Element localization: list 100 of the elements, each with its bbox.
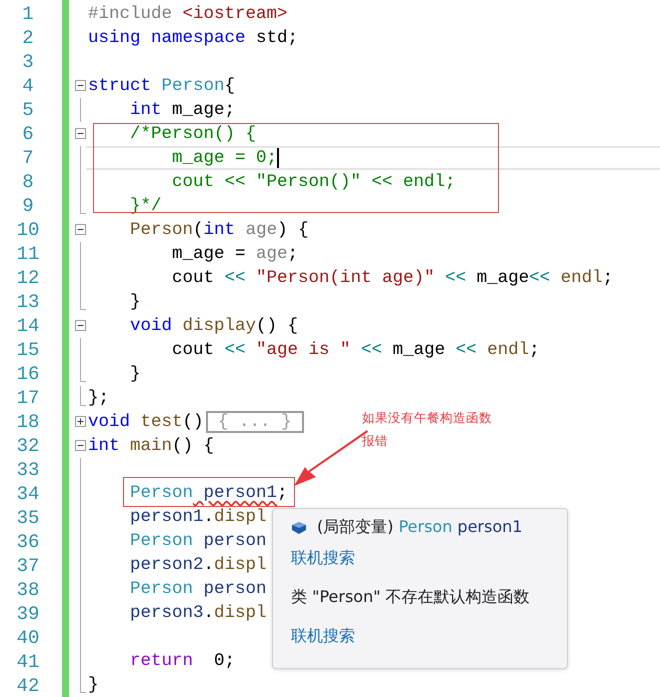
code-text: { bbox=[224, 76, 236, 96]
line-number: 2 bbox=[21, 26, 35, 50]
text-caret bbox=[277, 148, 280, 168]
code-type: Person bbox=[160, 76, 225, 96]
code-variable: person1 bbox=[129, 507, 204, 528]
line-number: 14 bbox=[16, 314, 40, 338]
code-text: ; bbox=[529, 340, 540, 360]
code-keyword: struct bbox=[88, 76, 152, 96]
line-number: 40 bbox=[16, 626, 40, 650]
code-function: endl bbox=[560, 268, 603, 288]
code-parameter: age bbox=[244, 220, 278, 240]
code-operator: << bbox=[529, 268, 550, 288]
line-number: 11 bbox=[16, 242, 40, 266]
code-text: } bbox=[129, 364, 141, 384]
code-text: m_age; bbox=[171, 100, 236, 120]
code-text: m_age = bbox=[171, 244, 246, 264]
code-type: Person bbox=[129, 531, 194, 552]
code-variable: person3 bbox=[129, 603, 204, 624]
line-number: 12 bbox=[16, 266, 40, 290]
code-variable: person bbox=[202, 531, 267, 552]
line-number: 13 bbox=[16, 290, 40, 314]
code-keyword: void bbox=[129, 316, 172, 336]
collapse-icon[interactable] bbox=[75, 128, 86, 139]
code-text: }; bbox=[88, 388, 110, 408]
expand-icon[interactable] bbox=[75, 416, 86, 427]
code-function: Person bbox=[129, 220, 194, 240]
code-function: displ bbox=[214, 603, 267, 624]
line-number: 42 bbox=[16, 674, 40, 697]
code-keyword: int bbox=[204, 220, 236, 240]
line-number: 6 bbox=[21, 122, 35, 146]
code-function: test bbox=[140, 412, 183, 432]
code-comment: cout << "Person()" << endl; bbox=[171, 172, 456, 192]
error-token: person1 bbox=[202, 483, 278, 504]
line-number: 39 bbox=[16, 602, 40, 626]
code-comment: }*/ bbox=[129, 196, 162, 216]
annotation-text: 如果没有午餐构造函数 bbox=[362, 410, 492, 427]
code-type: Person bbox=[129, 483, 194, 504]
code-text: cout bbox=[171, 340, 214, 360]
code-operator: << bbox=[454, 340, 477, 360]
line-number: 16 bbox=[16, 362, 40, 386]
code-text: cout bbox=[171, 268, 214, 288]
line-number: 5 bbox=[21, 98, 35, 122]
code-string: "age is " bbox=[255, 340, 351, 360]
code-function: displ bbox=[214, 507, 267, 528]
code-function: endl bbox=[486, 340, 530, 360]
code-parameter: age bbox=[255, 244, 288, 264]
error-message: 类 "Person" 不存在默认构造函数 bbox=[291, 587, 530, 608]
collapsed-region: { ... } bbox=[206, 410, 304, 433]
line-number: 32 bbox=[16, 434, 40, 458]
code-variable: person2 bbox=[129, 555, 204, 576]
collapse-icon[interactable] bbox=[75, 224, 86, 235]
variable-icon bbox=[291, 520, 307, 534]
search-online-link[interactable]: 联机搜索 bbox=[291, 548, 355, 569]
line-number: 15 bbox=[16, 338, 40, 362]
line-number: 37 bbox=[16, 554, 40, 578]
code-keyword: int bbox=[129, 100, 162, 120]
code-variable: person bbox=[202, 579, 267, 600]
code-text: . bbox=[204, 555, 214, 576]
symbol-signature: (局部变量) Person person1 bbox=[317, 517, 522, 538]
code-type: Person bbox=[129, 579, 194, 600]
code-text: () bbox=[182, 412, 204, 432]
code-string: "Person(int age)" bbox=[255, 268, 435, 288]
line-number: 33 bbox=[16, 458, 40, 482]
collapse-icon[interactable] bbox=[75, 320, 86, 331]
code-operator: << bbox=[224, 340, 246, 360]
code-text: ( bbox=[193, 220, 204, 240]
line-number: 38 bbox=[16, 578, 40, 602]
code-text: m_age bbox=[392, 340, 446, 360]
code-text: . bbox=[204, 603, 214, 624]
code-operator: << bbox=[360, 340, 382, 360]
code-text: std; bbox=[255, 28, 298, 48]
collapse-icon[interactable] bbox=[75, 80, 86, 91]
line-number: 41 bbox=[16, 650, 40, 674]
line-number: 36 bbox=[16, 530, 40, 554]
line-number: 1 bbox=[21, 2, 35, 26]
collapse-icon[interactable] bbox=[75, 440, 86, 451]
code-text: ) { bbox=[277, 220, 309, 240]
code-keyword: void bbox=[88, 412, 130, 432]
line-number: 10 bbox=[16, 218, 40, 242]
line-number: 34 bbox=[16, 482, 40, 506]
line-number: 3 bbox=[21, 50, 35, 74]
code-keyword: int bbox=[88, 436, 120, 456]
line-number: 9 bbox=[21, 194, 35, 218]
search-online-link[interactable]: 联机搜索 bbox=[291, 626, 355, 647]
code-text: ; bbox=[602, 268, 614, 288]
code-keyword: return bbox=[129, 651, 194, 672]
code-text: ; bbox=[288, 244, 298, 264]
annotation-text: 报错 bbox=[362, 433, 389, 450]
code-comment: m_age = 0; bbox=[171, 148, 278, 168]
line-number: 4 bbox=[21, 74, 35, 98]
code-string: <iostream> bbox=[182, 4, 288, 24]
code-keyword: using namespace bbox=[88, 28, 246, 48]
code-directive: #include bbox=[88, 4, 172, 24]
line-number: 7 bbox=[21, 146, 35, 170]
code-text: 0; bbox=[213, 651, 236, 672]
code-function: display bbox=[182, 316, 256, 336]
line-number: 35 bbox=[16, 506, 40, 530]
code-text: } bbox=[129, 292, 141, 312]
code-text: . bbox=[204, 507, 214, 528]
code-text: () { bbox=[256, 316, 298, 336]
